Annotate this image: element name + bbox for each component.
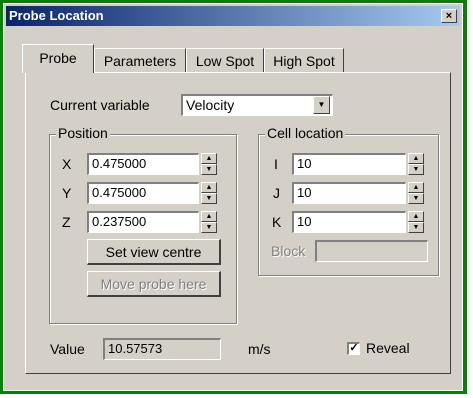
z-field[interactable]: 0.237500	[87, 211, 199, 233]
value-label: Value	[50, 341, 85, 357]
y-label: Y	[62, 185, 72, 201]
z-label: Z	[62, 214, 71, 230]
x-label: X	[62, 156, 72, 172]
block-field	[315, 240, 428, 262]
block-label: Block	[271, 243, 306, 259]
current-variable-label: Current variable	[50, 97, 150, 113]
probe-location-dialog: Probe Location × Probe Parameters Low Sp…	[3, 3, 463, 391]
i-field[interactable]: 10	[292, 153, 406, 175]
reveal-checkbox[interactable]: ✓	[347, 342, 360, 355]
close-button[interactable]: ×	[441, 9, 457, 23]
spin-up-icon[interactable]: ▲	[408, 153, 424, 164]
spin-up-icon[interactable]: ▲	[201, 182, 217, 193]
probe-tab-panel: Current variable Velocity ▼ Position X 0…	[25, 72, 451, 374]
set-view-centre-button[interactable]: Set view centre	[87, 239, 221, 265]
spin-down-icon[interactable]: ▼	[201, 193, 217, 204]
j-label: J	[273, 185, 280, 201]
tab-high-spot[interactable]: High Spot	[264, 48, 344, 72]
move-probe-here-button[interactable]: Move probe here	[87, 271, 221, 297]
current-variable-select[interactable]: Velocity	[181, 94, 333, 116]
tab-low-spot[interactable]: Low Spot	[186, 48, 264, 72]
k-label: K	[272, 214, 282, 230]
title-bar[interactable]: Probe Location ×	[6, 6, 460, 26]
tab-parameters[interactable]: Parameters	[94, 48, 186, 72]
reveal-label[interactable]: Reveal	[366, 340, 410, 356]
spin-down-icon[interactable]: ▼	[408, 164, 424, 175]
i-label: I	[274, 156, 278, 172]
chevron-down-icon[interactable]: ▼	[313, 96, 330, 114]
z-stepper[interactable]: ▲ ▼	[201, 211, 217, 233]
x-stepper[interactable]: ▲ ▼	[201, 153, 217, 175]
current-variable-value: Velocity	[186, 97, 235, 113]
y-stepper[interactable]: ▲ ▼	[201, 182, 217, 204]
value-field: 10.57573	[103, 338, 221, 360]
cell-location-group-title: Cell location	[265, 125, 346, 141]
i-stepper[interactable]: ▲ ▼	[408, 153, 424, 175]
j-stepper[interactable]: ▲ ▼	[408, 182, 424, 204]
k-stepper[interactable]: ▲ ▼	[408, 211, 424, 233]
k-field[interactable]: 10	[292, 211, 406, 233]
spin-up-icon[interactable]: ▲	[201, 153, 217, 164]
y-field[interactable]: 0.475000	[87, 182, 199, 204]
spin-up-icon[interactable]: ▲	[408, 182, 424, 193]
spin-down-icon[interactable]: ▼	[201, 222, 217, 233]
j-field[interactable]: 10	[292, 182, 406, 204]
unit-label: m/s	[248, 341, 271, 357]
spin-down-icon[interactable]: ▼	[408, 222, 424, 233]
spin-down-icon[interactable]: ▼	[408, 193, 424, 204]
spin-up-icon[interactable]: ▲	[201, 211, 217, 222]
spin-up-icon[interactable]: ▲	[408, 211, 424, 222]
window-title: Probe Location	[9, 8, 104, 23]
spin-down-icon[interactable]: ▼	[201, 164, 217, 175]
tab-probe[interactable]: Probe	[22, 44, 94, 73]
x-field[interactable]: 0.475000	[87, 153, 199, 175]
position-group-title: Position	[56, 125, 110, 141]
